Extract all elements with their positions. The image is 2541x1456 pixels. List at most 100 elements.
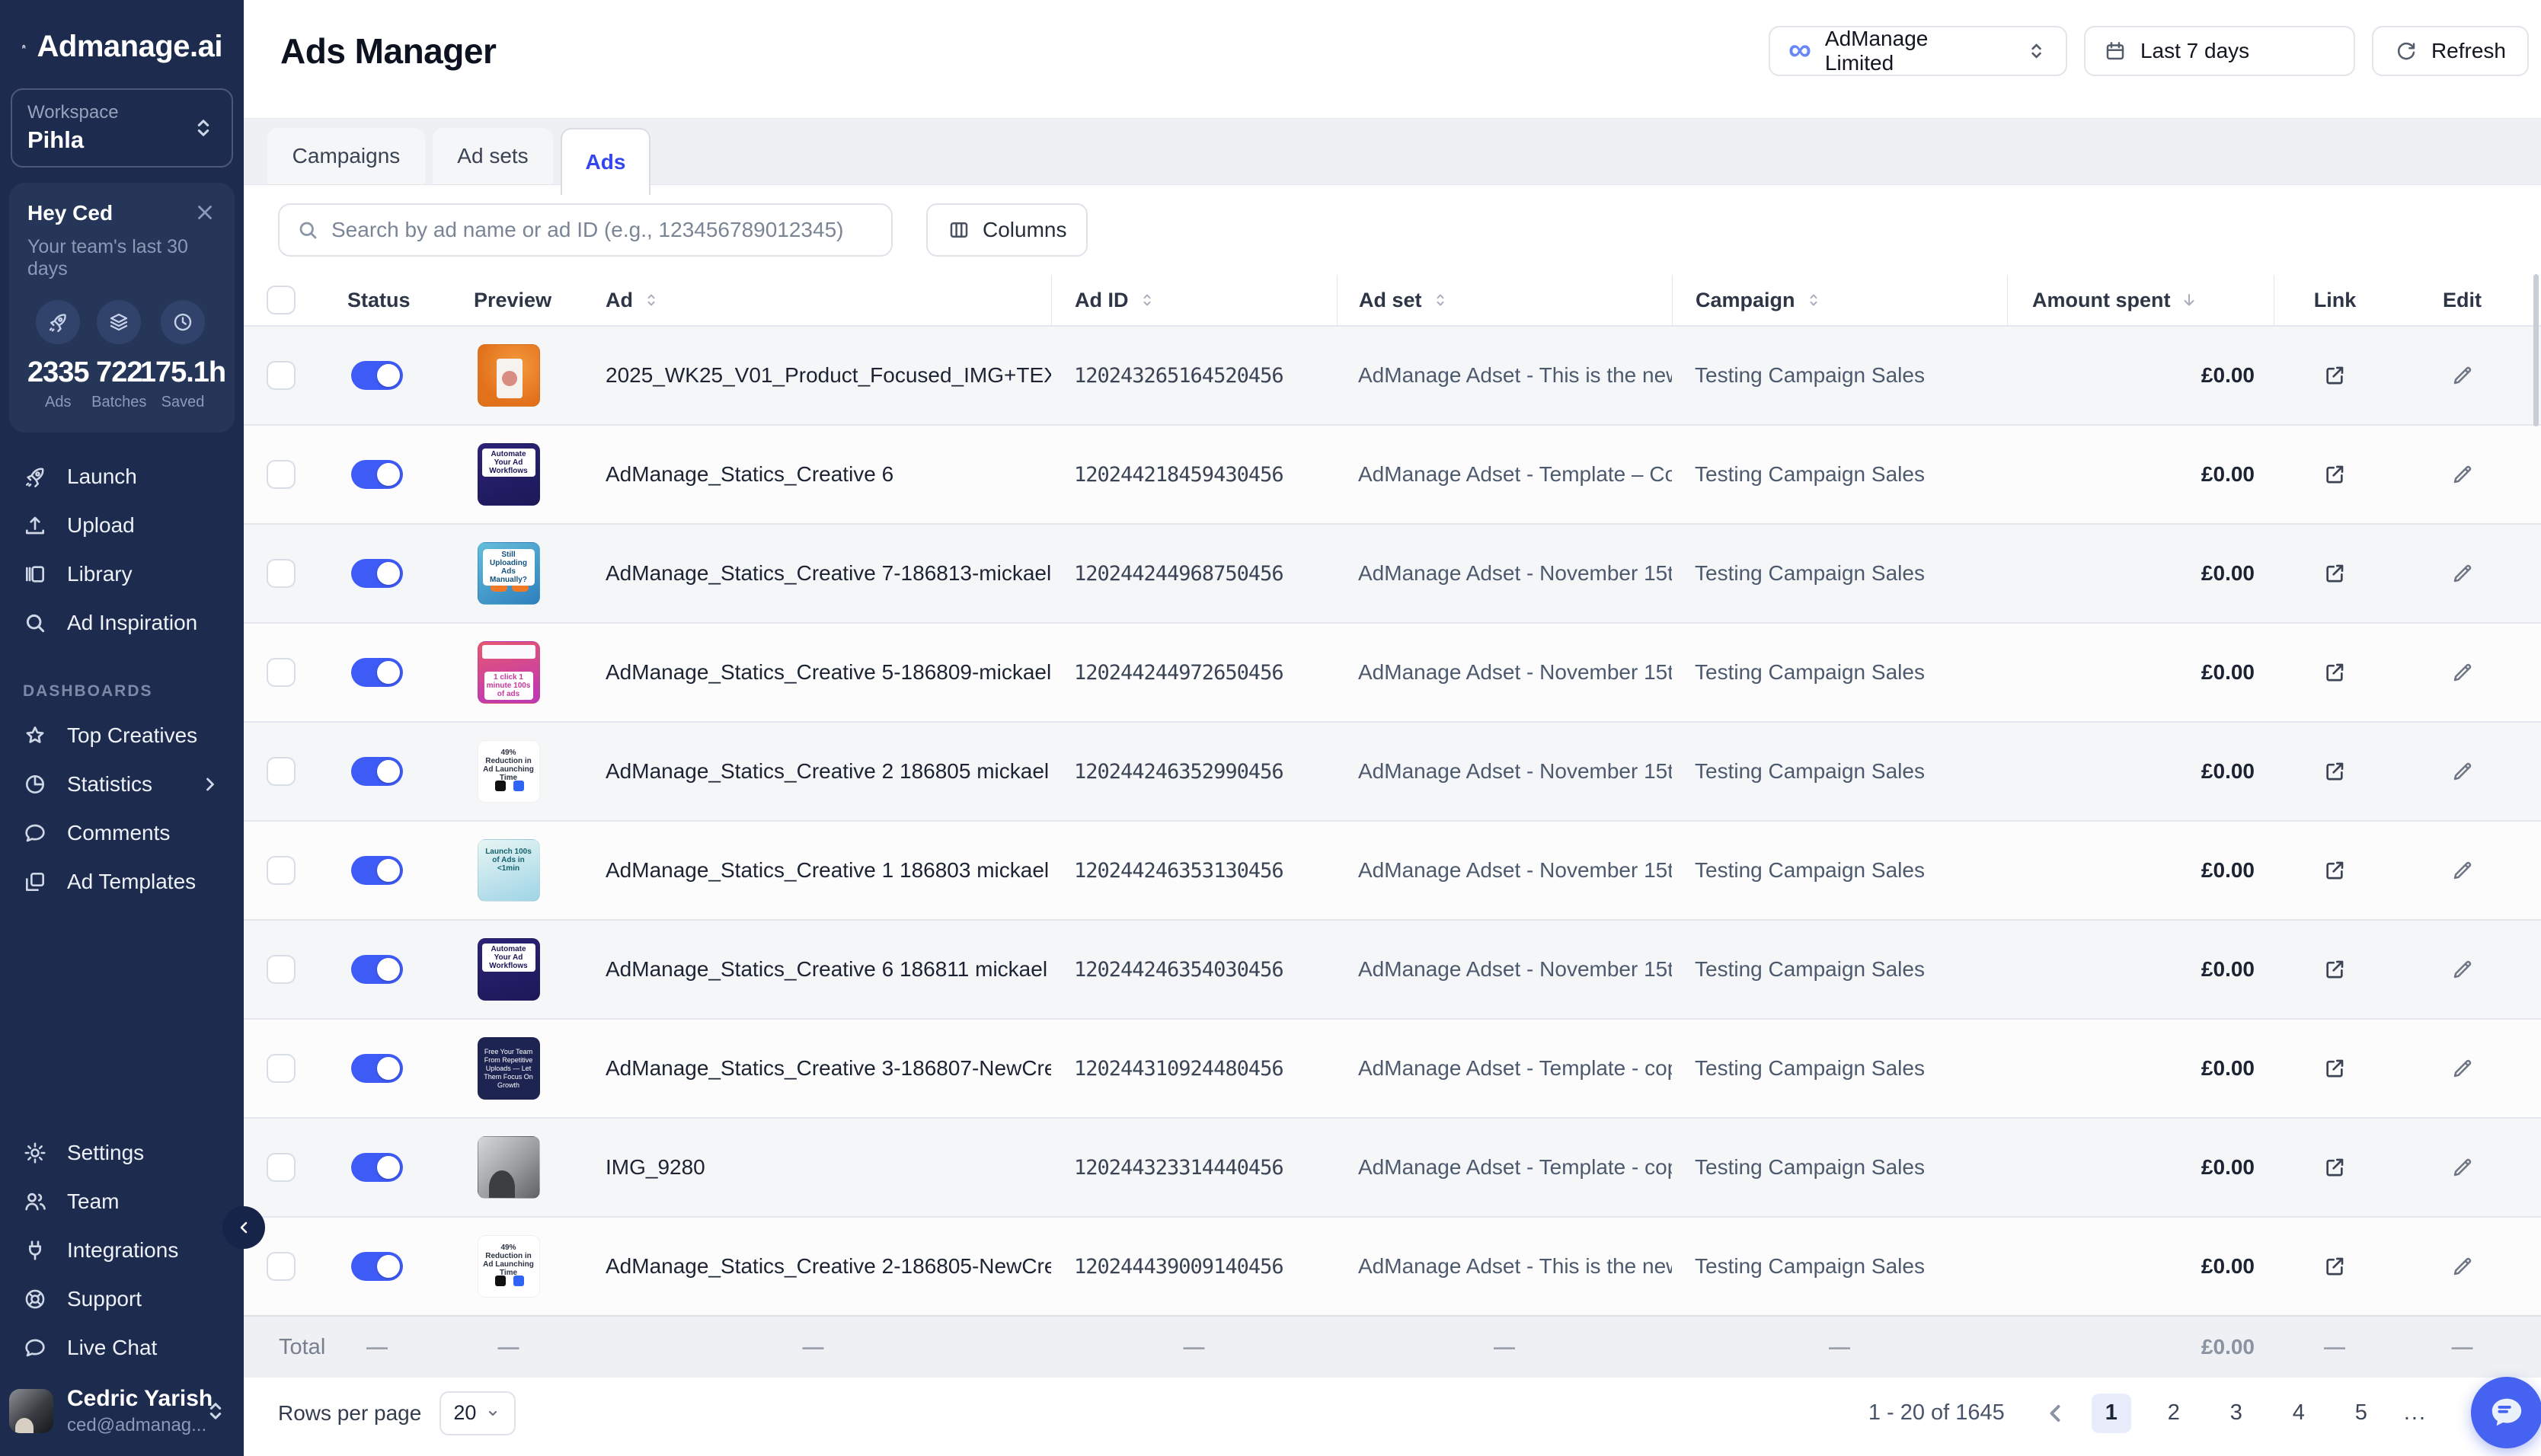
columns-button[interactable]: Columns xyxy=(926,203,1088,257)
column-header-campaign[interactable]: Campaign xyxy=(1672,275,2007,325)
edit-pencil-icon[interactable] xyxy=(2447,1250,2479,1282)
external-link-icon[interactable] xyxy=(2319,1052,2351,1084)
edit-pencil-icon[interactable] xyxy=(2447,953,2479,985)
account-selector[interactable]: ∞ AdManage Limited xyxy=(1769,26,2067,76)
row-checkbox[interactable] xyxy=(267,757,296,786)
external-link-icon[interactable] xyxy=(2319,1151,2351,1183)
status-toggle[interactable] xyxy=(351,856,403,885)
column-header-ad[interactable]: Ad xyxy=(575,275,1051,325)
campaign-name: Testing Campaign Sales xyxy=(1695,1056,1925,1081)
sidebar-item-ad-inspiration[interactable]: Ad Inspiration xyxy=(0,599,244,647)
sidebar-item-live-chat[interactable]: Live Chat xyxy=(0,1323,244,1372)
status-toggle[interactable] xyxy=(351,658,403,687)
page-button-4[interactable]: 4 xyxy=(2279,1394,2319,1433)
edit-pencil-icon[interactable] xyxy=(2447,458,2479,490)
ad-preview-thumbnail[interactable]: 49% Reduction in Ad Launching Time xyxy=(478,1235,540,1298)
sidebar-item-settings[interactable]: Settings xyxy=(0,1129,244,1177)
row-checkbox[interactable] xyxy=(267,1153,296,1182)
sidebar-item-top-creatives[interactable]: Top Creatives xyxy=(0,711,244,760)
sidebar-item-launch[interactable]: Launch xyxy=(0,452,244,501)
external-link-icon[interactable] xyxy=(2319,557,2351,589)
external-link-icon[interactable] xyxy=(2319,854,2351,886)
row-checkbox[interactable] xyxy=(267,658,296,687)
ad-preview-thumbnail[interactable] xyxy=(478,344,540,407)
status-toggle[interactable] xyxy=(351,1252,403,1281)
sidebar-item-upload[interactable]: Upload xyxy=(0,501,244,550)
sidebar-item-ad-templates[interactable]: Ad Templates xyxy=(0,857,244,906)
status-toggle[interactable] xyxy=(351,460,403,489)
vertical-scrollbar[interactable] xyxy=(2533,274,2539,426)
page-button-2[interactable]: 2 xyxy=(2154,1394,2194,1433)
row-checkbox[interactable] xyxy=(267,1252,296,1281)
edit-pencil-icon[interactable] xyxy=(2447,854,2479,886)
edit-pencil-icon[interactable] xyxy=(2447,1151,2479,1183)
edit-pencil-icon[interactable] xyxy=(2447,1052,2479,1084)
page-button-1[interactable]: 1 xyxy=(2092,1394,2131,1433)
row-checkbox[interactable] xyxy=(267,1054,296,1083)
ad-id: 120244218459430456 xyxy=(1074,463,1283,487)
ad-set-name: AdManage Adset - This is the new a xyxy=(1358,1254,1672,1279)
sidebar-item-statistics[interactable]: Statistics xyxy=(0,760,244,809)
ad-preview-thumbnail[interactable]: 1 click 1 minute 100s of ads xyxy=(478,641,540,704)
sidebar-item-library[interactable]: Library xyxy=(0,550,244,599)
thumbnail-caption: 49% Reduction in Ad Launching Time xyxy=(482,1244,535,1277)
ad-id: 120244246354030456 xyxy=(1074,958,1283,982)
status-toggle[interactable] xyxy=(351,757,403,786)
external-link-icon[interactable] xyxy=(2319,656,2351,688)
edit-pencil-icon[interactable] xyxy=(2447,656,2479,688)
sidebar-item-comments[interactable]: Comments xyxy=(0,809,244,857)
refresh-button[interactable]: Refresh xyxy=(2372,26,2529,76)
tab-ad-sets[interactable]: Ad sets xyxy=(433,128,553,184)
sidebar-item-team[interactable]: Team xyxy=(0,1177,244,1226)
column-header-ad-id[interactable]: Ad ID xyxy=(1051,275,1337,325)
campaign-name: Testing Campaign Sales xyxy=(1695,1254,1925,1279)
rows-per-page-select[interactable]: 20 xyxy=(439,1391,516,1435)
page-button-3[interactable]: 3 xyxy=(2217,1394,2256,1433)
previous-page-icon[interactable] xyxy=(2041,1400,2069,1427)
chevron-left-icon xyxy=(235,1218,253,1237)
row-checkbox[interactable] xyxy=(267,361,296,390)
row-checkbox[interactable] xyxy=(267,559,296,588)
sidebar-collapse-button[interactable] xyxy=(222,1206,265,1249)
thumbnail-caption: Automate Your Ad Workflows xyxy=(482,449,535,477)
row-checkbox[interactable] xyxy=(267,460,296,489)
edit-pencil-icon[interactable] xyxy=(2447,359,2479,391)
date-range-selector[interactable]: Last 7 days xyxy=(2084,26,2355,76)
row-checkbox[interactable] xyxy=(267,955,296,984)
ad-preview-thumbnail[interactable]: Still Uploading Ads Manually? xyxy=(478,542,540,605)
select-all-checkbox[interactable] xyxy=(267,286,296,315)
search-box[interactable] xyxy=(278,203,893,257)
edit-pencil-icon[interactable] xyxy=(2447,557,2479,589)
ad-preview-thumbnail[interactable] xyxy=(478,1136,540,1199)
status-toggle[interactable] xyxy=(351,1153,403,1182)
external-link-icon[interactable] xyxy=(2319,458,2351,490)
search-input[interactable] xyxy=(331,218,874,242)
sidebar-item-integrations[interactable]: Integrations xyxy=(0,1226,244,1275)
status-toggle[interactable] xyxy=(351,559,403,588)
status-toggle[interactable] xyxy=(351,361,403,390)
logo[interactable]: Admanage.ai xyxy=(0,0,244,72)
ad-preview-thumbnail[interactable]: Automate Your Ad Workflows xyxy=(478,443,540,506)
edit-pencil-icon[interactable] xyxy=(2447,755,2479,787)
external-link-icon[interactable] xyxy=(2319,953,2351,985)
close-icon[interactable] xyxy=(193,201,216,224)
column-header-ad-set[interactable]: Ad set xyxy=(1337,275,1672,325)
status-toggle[interactable] xyxy=(351,1054,403,1083)
status-toggle[interactable] xyxy=(351,955,403,984)
tab-campaigns[interactable]: Campaigns xyxy=(267,128,425,184)
external-link-icon[interactable] xyxy=(2319,359,2351,391)
external-link-icon[interactable] xyxy=(2319,1250,2351,1282)
row-checkbox[interactable] xyxy=(267,856,296,885)
column-header-amount-spent[interactable]: Amount spent xyxy=(2007,275,2274,325)
ad-preview-thumbnail[interactable]: 49% Reduction in Ad Launching Time xyxy=(478,740,540,803)
ad-preview-thumbnail[interactable]: Automate Your Ad Workflows xyxy=(478,938,540,1001)
tab-ads[interactable]: Ads xyxy=(561,128,650,195)
user-profile[interactable]: Cedric Yarish ced@admanag... xyxy=(0,1372,244,1456)
workspace-selector[interactable]: Workspace Pihla xyxy=(11,88,233,168)
external-link-icon[interactable] xyxy=(2319,755,2351,787)
ad-preview-thumbnail[interactable]: Launch 100s of Ads in <1min xyxy=(478,839,540,902)
ad-preview-thumbnail[interactable]: Free Your Team From Repetitive Uploads —… xyxy=(478,1037,540,1100)
live-chat-fab[interactable] xyxy=(2471,1377,2541,1448)
sidebar-item-support[interactable]: Support xyxy=(0,1275,244,1323)
page-button-5[interactable]: 5 xyxy=(2341,1394,2381,1433)
